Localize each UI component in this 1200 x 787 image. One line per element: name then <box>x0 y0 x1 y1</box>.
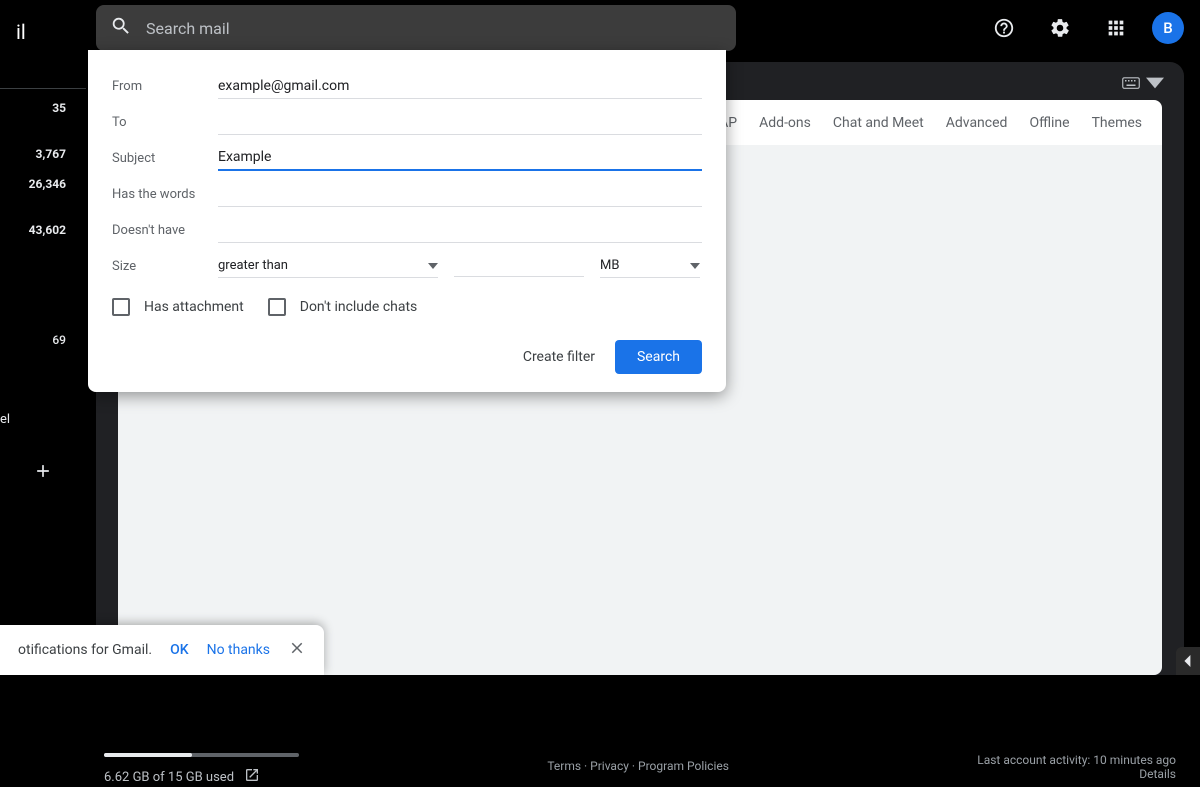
search-button[interactable]: Search <box>615 340 702 374</box>
has-attachment-checkbox[interactable]: Has attachment <box>112 298 244 316</box>
sidebar-label-partial[interactable]: el <box>0 405 86 433</box>
activity-text: Last account activity: 10 minutes ago <box>977 753 1176 767</box>
footer-links: Terms · Privacy · Program Policies <box>299 753 977 787</box>
notification-text: otifications for Gmail. <box>18 642 152 658</box>
top-bar: il B <box>0 0 1200 56</box>
storage-text: 6.62 GB of 15 GB used <box>104 770 234 785</box>
brand-partial: il <box>16 12 28 44</box>
avatar[interactable]: B <box>1152 12 1184 44</box>
privacy-link[interactable]: Privacy <box>590 759 629 773</box>
search-filter-panel: From To Subject Has the words Doesn't ha… <box>88 50 726 392</box>
topbar-right: B <box>984 8 1184 48</box>
terms-link[interactable]: Terms <box>547 759 581 773</box>
tab-themes[interactable]: Themes <box>1092 115 1142 131</box>
side-panel-toggle[interactable] <box>1176 647 1200 675</box>
sidebar-count[interactable]: 69 <box>0 325 86 355</box>
search-input[interactable] <box>146 19 722 38</box>
chevron-down-icon <box>690 263 700 269</box>
sidebar: 35 3,767 26,346 43,602 69 el <box>0 56 86 675</box>
storage-bar <box>104 753 299 757</box>
dont-include-chats-checkbox[interactable]: Don't include chats <box>268 298 418 316</box>
has-words-label: Has the words <box>112 187 218 202</box>
gear-icon[interactable] <box>1040 8 1080 48</box>
notification-bar: otifications for Gmail. OK No thanks <box>0 625 324 675</box>
create-filter-button[interactable]: Create filter <box>523 349 595 365</box>
has-words-input[interactable] <box>218 182 702 207</box>
help-icon[interactable] <box>984 8 1024 48</box>
tab-advanced[interactable]: Advanced <box>946 115 1008 131</box>
chevron-down-icon <box>1146 76 1164 90</box>
details-link[interactable]: Details <box>977 767 1176 781</box>
sidebar-count[interactable]: 43,602 <box>0 215 86 245</box>
storage-block: 6.62 GB of 15 GB used <box>104 753 299 787</box>
keyboard-icon <box>1122 76 1140 90</box>
footer-right: Last account activity: 10 minutes ago De… <box>977 753 1176 787</box>
sidebar-count[interactable]: 3,767 <box>0 139 86 169</box>
input-tools[interactable] <box>1122 76 1164 90</box>
sidebar-count[interactable]: 35 <box>0 93 86 123</box>
from-label: From <box>112 79 218 94</box>
sidebar-count[interactable]: 26,346 <box>0 169 86 199</box>
doesnt-have-label: Doesn't have <box>112 223 218 238</box>
tab-chat-meet[interactable]: Chat and Meet <box>833 115 924 131</box>
open-in-new-icon[interactable] <box>244 767 260 787</box>
add-label-button[interactable] <box>0 453 86 489</box>
search-icon <box>110 15 132 41</box>
doesnt-have-input[interactable] <box>218 218 702 243</box>
subject-input[interactable] <box>218 145 702 171</box>
to-input[interactable] <box>218 110 702 135</box>
tab-offline[interactable]: Offline <box>1029 115 1069 131</box>
policies-link[interactable]: Program Policies <box>638 759 729 773</box>
from-input[interactable] <box>218 74 702 99</box>
size-amount-input[interactable] <box>454 255 584 277</box>
notification-ok-button[interactable]: OK <box>170 642 189 658</box>
size-unit-select[interactable]: MB <box>600 254 700 278</box>
size-op-select[interactable]: greater than <box>218 254 438 278</box>
chevron-down-icon <box>428 263 438 269</box>
checkbox-icon <box>112 298 130 316</box>
tab-addons[interactable]: Add-ons <box>759 115 811 131</box>
size-label: Size <box>112 259 218 274</box>
search-bar[interactable] <box>96 5 736 51</box>
subject-label: Subject <box>112 151 218 166</box>
chevron-left-icon <box>1182 655 1194 667</box>
notification-no-thanks-button[interactable]: No thanks <box>207 642 270 658</box>
close-icon[interactable] <box>288 639 306 661</box>
checkbox-icon <box>268 298 286 316</box>
apps-icon[interactable] <box>1096 8 1136 48</box>
to-label: To <box>112 115 218 130</box>
